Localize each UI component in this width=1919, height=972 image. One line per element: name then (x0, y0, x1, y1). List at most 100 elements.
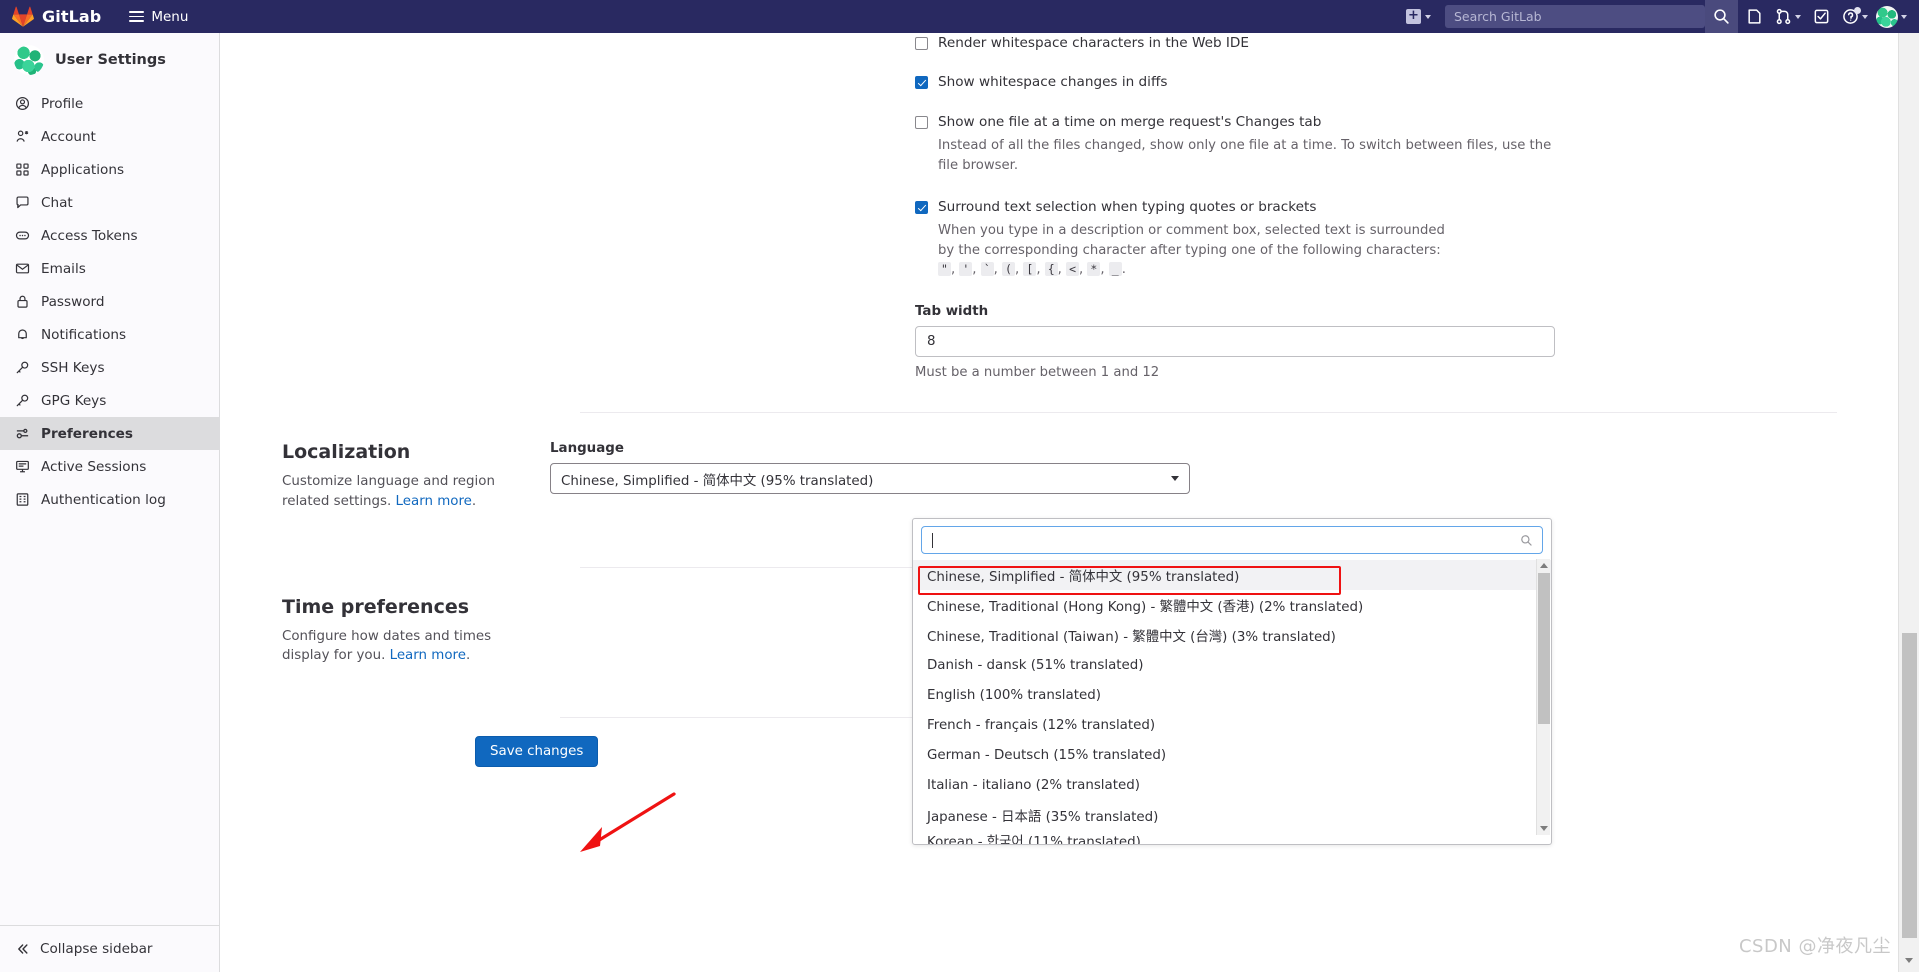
sidebar-item-label: Profile (41, 95, 84, 112)
sidebar-item-preferences[interactable]: Preferences (0, 417, 219, 450)
time-preferences-description: Configure how dates and times display fo… (282, 627, 510, 666)
sidebar-item-chat[interactable]: Chat (0, 186, 219, 219)
language-option[interactable]: Japanese - 日本語 (35% translated) (913, 800, 1551, 830)
language-selected-value: Chinese, Simplified - 简体中文 (95% translat… (561, 473, 874, 489)
top-navigation-bar: GitLab Menu + Search GitLab (0, 0, 1919, 33)
collapse-sidebar-label: Collapse sidebar (40, 941, 153, 957)
surround-character-7: * (1087, 262, 1101, 277)
divider-localization (580, 412, 1837, 414)
sidebar-item-gpg-keys[interactable]: GPG Keys (0, 384, 219, 417)
language-dropdown-search-wrap (913, 519, 1551, 560)
checkbox-row-show-whitespace-diffs[interactable]: Show whitespace changes in diffs (915, 74, 1899, 90)
dropdown-scroll-down-arrow[interactable] (1537, 822, 1550, 835)
tab-width-hint: Must be a number between 1 and 12 (915, 365, 1160, 381)
gitlab-logo-link[interactable]: GitLab (0, 6, 101, 28)
key-icon (14, 360, 30, 376)
localization-description-col: Localization Customize language and regi… (220, 441, 550, 511)
sidebar-item-active-sessions[interactable]: Active Sessions (0, 450, 219, 483)
language-option-label: Japanese - 日本語 (35% translated) (927, 810, 1159, 825)
sidebar-item-notifications[interactable]: Notifications (0, 318, 219, 351)
sidebar-avatar (14, 45, 44, 75)
checkbox-one-file-at-a-time[interactable] (915, 115, 928, 129)
time-preferences-learn-more-link[interactable]: Learn more (390, 648, 466, 663)
dropdown-scrollbar-track[interactable] (1536, 559, 1550, 835)
surround-character-4: [ (1023, 262, 1037, 277)
language-option-label: German - Deutsch (15% translated) (927, 747, 1167, 763)
sidebar-header[interactable]: User Settings (0, 33, 219, 87)
main-menu-button[interactable]: Menu (123, 4, 194, 29)
checkbox-surround-selection[interactable] (915, 200, 928, 214)
sidebar-item-access-tokens[interactable]: Access Tokens (0, 219, 219, 252)
language-option[interactable]: German - Deutsch (15% translated) (913, 740, 1551, 770)
dropdown-scrollbar-thumb[interactable] (1538, 573, 1550, 724)
checkbox-row-one-file-at-a-time[interactable]: Show one file at a time on merge request… (915, 114, 1899, 130)
key-icon (14, 393, 30, 409)
create-new-button[interactable]: + (1396, 9, 1441, 24)
localization-title: Localization (282, 441, 411, 464)
language-option[interactable]: French - français (12% translated) (913, 710, 1551, 740)
help-button[interactable] (1838, 0, 1872, 33)
language-label: Language (550, 441, 624, 457)
localization-description-suffix: . (471, 493, 477, 509)
dropdown-scroll-up-arrow[interactable] (1537, 559, 1550, 572)
surround-character-1: ' (959, 262, 973, 277)
localization-learn-more-link[interactable]: Learn more (396, 494, 472, 509)
search-icon[interactable] (1705, 0, 1738, 33)
language-select[interactable]: Chinese, Simplified - 简体中文 (95% translat… (550, 463, 1190, 495)
page-scroll-down-arrow[interactable] (1899, 952, 1919, 968)
todos-icon[interactable] (1805, 0, 1838, 33)
language-option[interactable]: Italian - italiano (2% translated) (913, 770, 1551, 800)
account-icon (14, 129, 30, 145)
sidebar-item-label: Account (41, 128, 96, 145)
page-scrollbar-thumb[interactable] (1902, 633, 1917, 938)
save-changes-button[interactable]: Save changes (475, 736, 599, 768)
language-option[interactable]: Chinese, Traditional (Taiwan) - 繁體中文 (台灣… (913, 620, 1551, 650)
sidebar-item-applications[interactable]: Applications (0, 153, 219, 186)
localization-description: Customize language and region related se… (282, 472, 510, 511)
sidebar-item-account[interactable]: Account (0, 120, 219, 153)
checkbox-row-render-whitespace[interactable]: Render whitespace characters in the Web … (915, 35, 1899, 51)
merge-requests-icon (1776, 8, 1791, 25)
sidebar-item-label: Notifications (41, 326, 127, 343)
language-option[interactable]: Danish - dansk (51% translated) (913, 650, 1551, 680)
surround-character-0: " (938, 262, 951, 277)
language-field-col: Language Chinese, Simplified - 简体中文 (95%… (550, 441, 1190, 511)
collapse-sidebar-button[interactable]: Collapse sidebar (0, 925, 219, 972)
checkbox-show-whitespace-diffs[interactable] (915, 76, 928, 90)
language-option[interactable]: Chinese, Traditional (Hong Kong) - 繁體中文 … (913, 590, 1551, 620)
plus-icon: + (1406, 9, 1421, 24)
merge-requests-button[interactable] (1771, 0, 1805, 33)
search-input[interactable]: Search GitLab (1445, 5, 1705, 28)
gitlab-brand-text: GitLab (42, 7, 102, 26)
sidebar-item-password[interactable]: Password (0, 285, 219, 318)
user-menu-button[interactable] (1872, 0, 1919, 33)
language-option[interactable]: Korean - 한국어 (11% translated) (913, 830, 1551, 844)
language-option[interactable]: Chinese, Simplified - 简体中文 (95% translat… (913, 560, 1551, 590)
sidebar-item-label: Applications (41, 161, 125, 178)
sidebar-item-profile[interactable]: Profile (0, 87, 219, 120)
page-scrollbar-track[interactable] (1898, 33, 1919, 972)
log-icon (14, 492, 30, 508)
help-surround-selection-text: When you type in a description or commen… (938, 222, 1445, 258)
sidebar-item-label: Password (41, 293, 105, 310)
language-option-label: Chinese, Traditional (Taiwan) - 繁體中文 (台灣… (927, 630, 1336, 645)
checkbox-row-surround-selection[interactable]: Surround text selection when typing quot… (915, 199, 1899, 215)
language-option-label: English (100% translated) (927, 687, 1101, 703)
sidebar-item-authentication-log[interactable]: Authentication log (0, 483, 219, 516)
sidebar-item-label: Active Sessions (41, 458, 147, 475)
language-dropdown-search-input[interactable] (921, 526, 1543, 554)
sidebar-item-label: Emails (41, 260, 86, 277)
tab-width-label: Tab width (915, 304, 989, 320)
tab-width-input[interactable]: 8 (915, 326, 1555, 358)
lock-icon (14, 294, 30, 310)
sidebar-item-emails[interactable]: Emails (0, 252, 219, 285)
language-option-label: Chinese, Simplified - 简体中文 (95% translat… (927, 570, 1240, 585)
sidebar-item-ssh-keys[interactable]: SSH Keys (0, 351, 219, 384)
issues-icon[interactable] (1738, 0, 1771, 33)
language-option[interactable]: English (100% translated) (913, 680, 1551, 710)
preferences-icon (14, 426, 30, 442)
text-cursor (932, 532, 933, 548)
checkbox-render-whitespace[interactable] (915, 37, 928, 50)
time-preferences-title: Time preferences (282, 595, 470, 618)
sidebar-item-label: Access Tokens (41, 227, 138, 244)
